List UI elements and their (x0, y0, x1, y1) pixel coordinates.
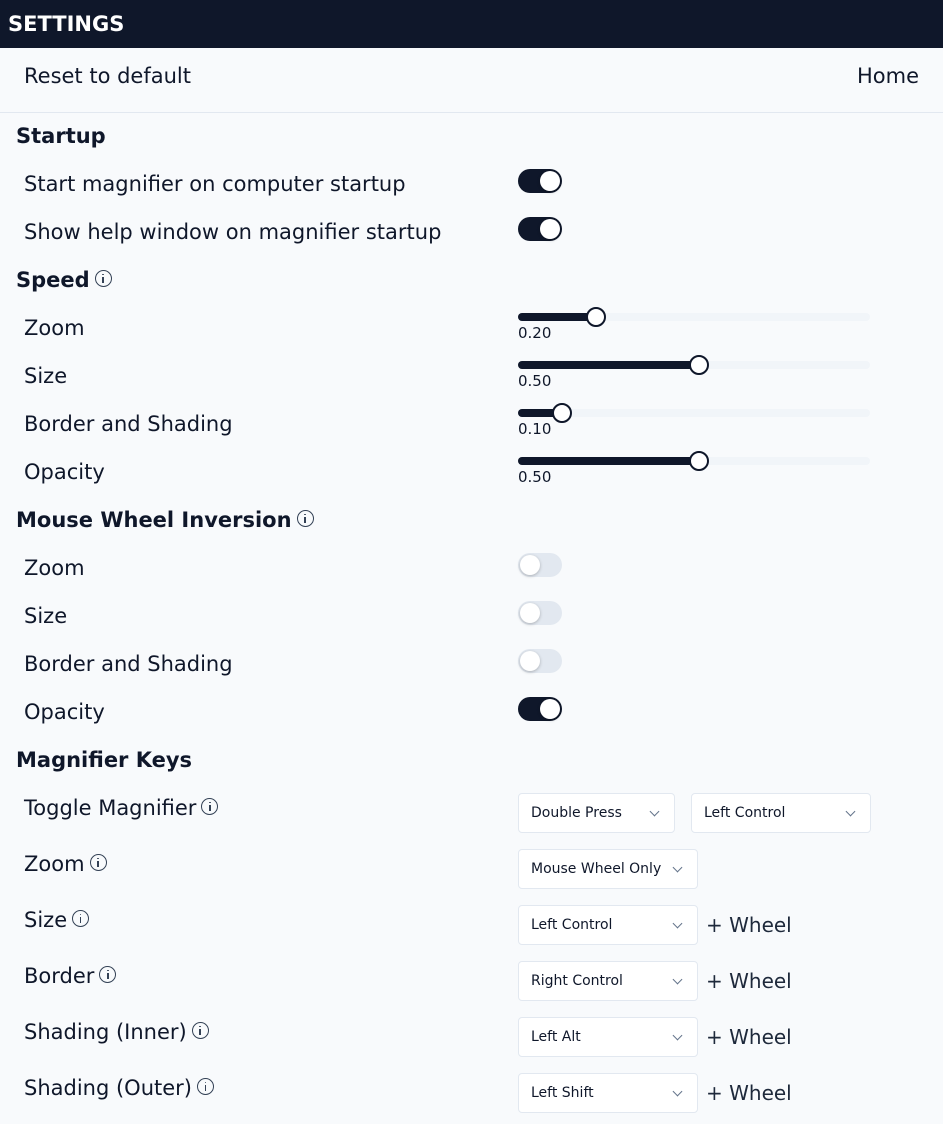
select-value: Left Control (531, 917, 613, 933)
speed-size-slider[interactable] (518, 355, 870, 375)
chevron-down-icon (672, 974, 683, 985)
key-shading-outer-label: Shading (Outer) (24, 1076, 214, 1100)
info-icon[interactable] (99, 965, 117, 983)
reset-to-default-button[interactable]: Reset to default (24, 64, 191, 88)
chevron-down-icon (649, 806, 660, 817)
slider-fill (518, 361, 699, 369)
inversion-size-toggle[interactable] (518, 601, 562, 625)
chevron-down-icon (845, 806, 856, 817)
key-toggle-magnifier-label: Toggle Magnifier (24, 796, 219, 820)
select-value: Mouse Wheel Only (531, 861, 662, 877)
info-icon[interactable] (94, 269, 112, 287)
speed-zoom-label: Zoom (24, 316, 85, 340)
toggle-knob (520, 555, 540, 575)
section-speed: Speed (16, 268, 112, 292)
toggle-knob (540, 171, 560, 191)
chevron-down-icon (672, 1030, 683, 1041)
slider-fill (518, 457, 699, 465)
speed-zoom-slider[interactable] (518, 307, 870, 327)
inversion-opacity-toggle[interactable] (518, 697, 562, 721)
window-title: SETTINGS (0, 0, 943, 48)
toolbar: Reset to default Home (0, 48, 943, 113)
startup-label-2: Show help window on magnifier startup (24, 220, 442, 244)
inversion-opacity-label: Opacity (24, 700, 105, 724)
select-value: Right Control (531, 973, 623, 989)
info-icon[interactable] (201, 797, 219, 815)
chevron-down-icon (672, 862, 683, 873)
wheel-suffix: + Wheel (706, 1081, 792, 1105)
speed-opacity-value: 0.50 (518, 468, 552, 486)
slider-fill (518, 313, 597, 321)
section-title: Magnifier Keys (16, 748, 193, 772)
chevron-down-icon (672, 918, 683, 929)
toggle-knob (520, 651, 540, 671)
section-magnifier-keys: Magnifier Keys (16, 748, 192, 772)
speed-size-label: Size (24, 364, 68, 388)
info-icon[interactable] (197, 1077, 214, 1095)
show-help-window-toggle[interactable] (518, 217, 562, 241)
label-text: Zoom (24, 852, 85, 876)
size-key-select[interactable]: Left Control (518, 905, 698, 945)
wheel-suffix: + Wheel (706, 913, 792, 937)
inversion-border-shading-toggle[interactable] (518, 649, 562, 673)
inversion-zoom-label: Zoom (24, 556, 85, 580)
speed-zoom-value: 0.20 (518, 324, 552, 342)
speed-border-shading-slider[interactable] (518, 403, 870, 423)
section-mouse-wheel-inversion: Mouse Wheel Inversion (16, 508, 314, 532)
start-on-computer-startup-toggle[interactable] (518, 169, 562, 193)
wheel-suffix: + Wheel (706, 1025, 792, 1049)
chevron-down-icon (672, 1086, 683, 1097)
info-icon[interactable] (89, 853, 107, 871)
section-title: Mouse Wheel Inversion (16, 508, 292, 532)
toggle-knob (520, 603, 540, 623)
label-text: Shading (Outer) (24, 1076, 192, 1100)
key-shading-inner-label: Shading (Inner) (24, 1020, 209, 1044)
speed-opacity-label: Opacity (24, 460, 105, 484)
speed-size-value: 0.50 (518, 372, 552, 390)
toggle-knob (540, 219, 560, 239)
slider-thumb[interactable] (552, 403, 573, 423)
select-value: Left Alt (531, 1029, 581, 1045)
startup-label-1: Start magnifier on computer startup (24, 172, 406, 196)
key-size-label: Size (24, 908, 90, 932)
speed-border-shading-value: 0.10 (518, 420, 552, 438)
section-title: Speed (16, 268, 90, 292)
border-key-select[interactable]: Right Control (518, 961, 698, 1001)
select-value: Double Press (531, 805, 622, 821)
slider-thumb[interactable] (586, 307, 607, 327)
slider-thumb[interactable] (689, 451, 709, 471)
inversion-border-shading-label: Border and Shading (24, 652, 233, 676)
slider-thumb[interactable] (689, 355, 709, 375)
info-icon[interactable] (296, 509, 314, 527)
zoom-key-select[interactable]: Mouse Wheel Only (518, 849, 698, 889)
toggle-magnifier-mode-select[interactable]: Double Press (518, 793, 675, 833)
speed-border-shading-label: Border and Shading (24, 412, 233, 436)
label-text: Shading (Inner) (24, 1020, 187, 1044)
select-value: Left Shift (531, 1085, 594, 1101)
section-title: Startup (16, 124, 106, 148)
key-zoom-label: Zoom (24, 852, 107, 876)
speed-opacity-slider[interactable] (518, 451, 870, 471)
toggle-magnifier-key-select[interactable]: Left Control (691, 793, 871, 833)
key-border-label: Border (24, 964, 117, 988)
shading-outer-key-select[interactable]: Left Shift (518, 1073, 698, 1113)
info-icon[interactable] (191, 1021, 209, 1039)
wheel-suffix: + Wheel (706, 969, 792, 993)
inversion-zoom-toggle[interactable] (518, 553, 562, 577)
label-text: Size (24, 908, 68, 932)
shading-inner-key-select[interactable]: Left Alt (518, 1017, 698, 1057)
label-text: Border (24, 964, 95, 988)
info-icon[interactable] (72, 909, 90, 927)
label-text: Toggle Magnifier (24, 796, 197, 820)
toggle-knob (540, 699, 560, 719)
select-value: Left Control (704, 805, 786, 821)
inversion-size-label: Size (24, 604, 68, 628)
section-startup: Startup (16, 124, 106, 148)
home-button[interactable]: Home (857, 64, 919, 88)
